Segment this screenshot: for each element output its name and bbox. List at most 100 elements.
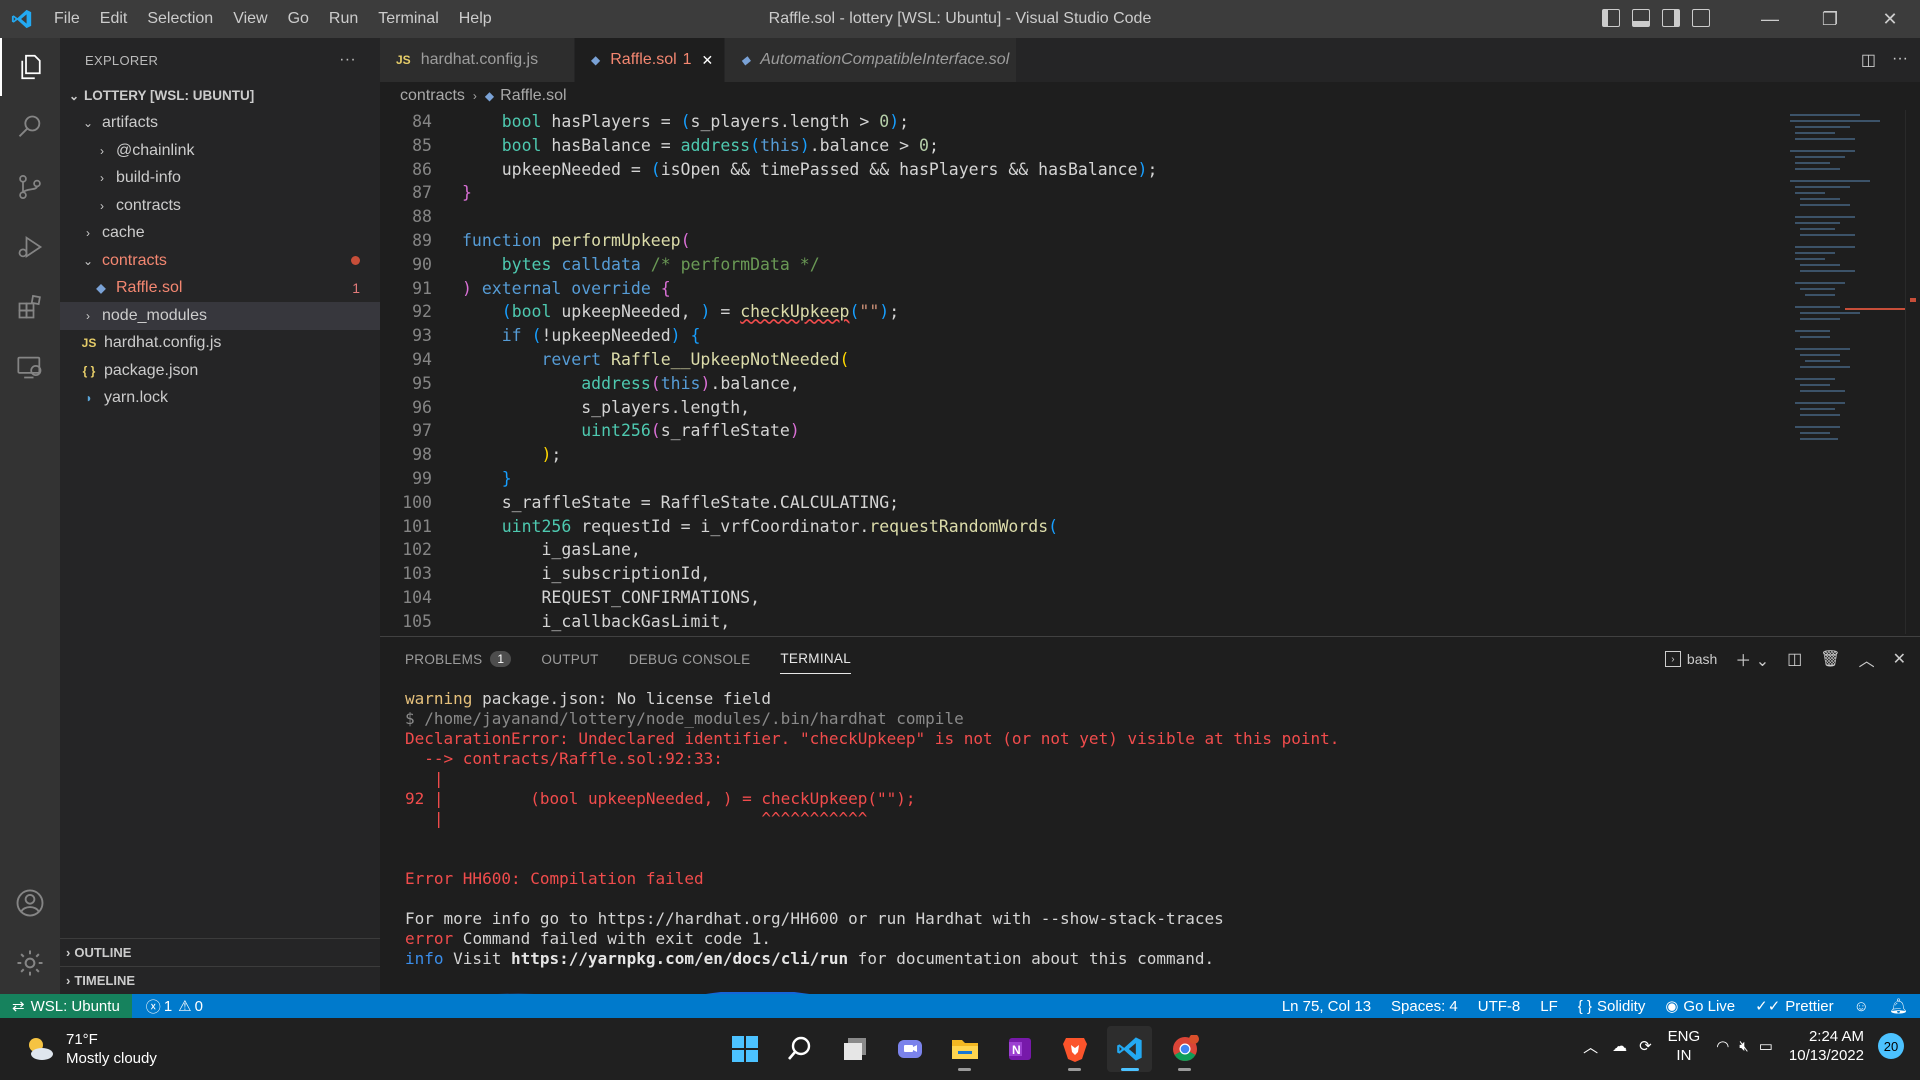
- tree-folder-artifacts[interactable]: ⌄ artifacts: [60, 110, 380, 138]
- task-view-button[interactable]: [832, 1026, 877, 1072]
- onenote-button[interactable]: N: [997, 1026, 1042, 1072]
- tree-file-package-json[interactable]: { } package.json: [60, 357, 380, 385]
- tab-output[interactable]: OUTPUT: [541, 637, 598, 681]
- onedrive-cloud-icon[interactable]: ☁: [1612, 1037, 1627, 1055]
- error-icon: ⓧ: [145, 998, 161, 1016]
- tree-folder-artifacts-contracts[interactable]: › contracts: [60, 192, 380, 220]
- tab-automation-interface[interactable]: ◆ AutomationCompatibleInterface.sol: [725, 38, 1017, 82]
- menu-view[interactable]: View: [223, 0, 277, 38]
- tab-debug-console[interactable]: DEBUG CONSOLE: [629, 637, 751, 681]
- breadcrumb-file[interactable]: Raffle.sol: [500, 87, 566, 105]
- close-window-button[interactable]: ✕: [1860, 0, 1920, 38]
- menu-run[interactable]: Run: [319, 0, 368, 38]
- tree-folder-node-modules[interactable]: › node_modules: [60, 302, 380, 330]
- feedback-icon[interactable]: ☺: [1854, 997, 1869, 1015]
- menu-selection[interactable]: Selection: [137, 0, 223, 38]
- language-mode[interactable]: { } Solidity: [1578, 997, 1646, 1015]
- svg-text:N: N: [1012, 1043, 1021, 1057]
- minimap[interactable]: [1785, 110, 1905, 634]
- extensions-icon[interactable]: [0, 278, 60, 336]
- show-hidden-icons-chevron-icon[interactable]: ︿: [1583, 1036, 1598, 1057]
- teams-chat-button[interactable]: [887, 1026, 932, 1072]
- source-control-icon[interactable]: [0, 158, 60, 216]
- wifi-icon[interactable]: ◠: [1716, 1037, 1729, 1055]
- indentation-status[interactable]: Spaces: 4: [1391, 997, 1458, 1015]
- javascript-file-icon: JS: [396, 53, 411, 67]
- kill-terminal-trash-icon[interactable]: 🗑: [1820, 649, 1840, 669]
- toggle-panel-icon[interactable]: [1632, 9, 1650, 27]
- weather-widget[interactable]: 71°F Mostly cloudy: [24, 1030, 157, 1068]
- go-live-button[interactable]: ◉ Go Live: [1665, 997, 1735, 1016]
- cursor-position[interactable]: Ln 75, Col 13: [1282, 997, 1371, 1015]
- tab-terminal[interactable]: TERMINAL: [780, 644, 852, 674]
- timeline-section[interactable]: › TIMELINE: [60, 966, 380, 994]
- input-language[interactable]: ENG IN: [1668, 1027, 1701, 1065]
- problems-status[interactable]: ⓧ 1 ⚠ 0: [146, 996, 203, 1017]
- battery-icon[interactable]: ▭: [1759, 1037, 1773, 1055]
- restore-button[interactable]: ❐: [1800, 0, 1860, 38]
- editor-scrollbar[interactable]: [1905, 110, 1920, 634]
- tree-folder-cache[interactable]: › cache: [60, 220, 380, 248]
- remote-indicator[interactable]: ⇄ WSL: Ubuntu: [0, 994, 132, 1018]
- manage-gear-icon[interactable]: [0, 934, 60, 992]
- menu-help[interactable]: Help: [449, 0, 502, 38]
- more-actions-icon[interactable]: ···: [1892, 50, 1908, 70]
- editor-tabs: JS hardhat.config.js ◆ Raffle.sol 1 ✕ ◆ …: [380, 38, 1920, 82]
- notification-center-badge[interactable]: 20: [1878, 1033, 1904, 1059]
- tree-file-yarn-lock[interactable]: ◗ yarn.lock: [60, 385, 380, 413]
- tree-file-raffle-sol[interactable]: ◆ Raffle.sol 1: [60, 275, 380, 303]
- notifications-bell-icon[interactable]: 🔔︎: [1889, 997, 1908, 1015]
- toggle-primary-sidebar-icon[interactable]: [1602, 9, 1620, 27]
- explorer-more-actions-button[interactable]: ···: [339, 51, 356, 69]
- vscode-taskbar-button[interactable]: [1107, 1026, 1152, 1072]
- outline-section[interactable]: › OUTLINE: [60, 938, 380, 966]
- terminal-line: info Visit https://yarnpkg.com/en/docs/c…: [405, 949, 1215, 968]
- breadcrumb-folder[interactable]: contracts: [400, 87, 465, 105]
- tree-folder-build-info[interactable]: › build-info: [60, 165, 380, 193]
- workspace-root[interactable]: ⌄ LOTTERY [WSL: UBUNTU]: [60, 82, 380, 110]
- tab-hardhat-config[interactable]: JS hardhat.config.js: [380, 38, 575, 82]
- search-icon[interactable]: [0, 98, 60, 156]
- clock[interactable]: 2:24 AM 10/13/2022: [1789, 1027, 1864, 1065]
- volume-muted-icon[interactable]: 🔇︎: [1739, 1038, 1748, 1055]
- menu-terminal[interactable]: Terminal: [368, 0, 448, 38]
- close-tab-icon[interactable]: ✕: [702, 52, 714, 69]
- new-terminal-icon[interactable]: ＋ ⌄: [1735, 647, 1769, 671]
- terminal-line: error Command failed with exit code 1.: [405, 929, 772, 948]
- explorer-icon[interactable]: [0, 38, 60, 96]
- taskbar-search-button[interactable]: [777, 1026, 822, 1072]
- toggle-secondary-sidebar-icon[interactable]: [1662, 9, 1680, 27]
- close-panel-icon[interactable]: ✕: [1893, 649, 1906, 669]
- run-debug-icon[interactable]: [0, 218, 60, 276]
- sync-icon[interactable]: ⟳: [1639, 1037, 1652, 1055]
- terminal-shell-selector[interactable]: › bash: [1664, 651, 1717, 667]
- start-button[interactable]: [722, 1026, 767, 1072]
- split-terminal-icon[interactable]: ◫: [1787, 649, 1802, 669]
- running-indicator: [1121, 1068, 1139, 1071]
- tree-folder-chainlink[interactable]: › @chainlink: [60, 137, 380, 165]
- onenote-icon: N: [1008, 1038, 1031, 1060]
- running-indicator: [1178, 1068, 1191, 1071]
- remote-explorer-icon[interactable]: [0, 338, 60, 396]
- menu-edit[interactable]: Edit: [90, 0, 138, 38]
- maximize-panel-icon[interactable]: ︿: [1859, 647, 1875, 671]
- customize-layout-icon[interactable]: [1692, 9, 1710, 27]
- accounts-icon[interactable]: [0, 874, 60, 932]
- chrome-button[interactable]: [1162, 1026, 1207, 1072]
- prettier-status[interactable]: ✓✓ Prettier: [1755, 997, 1834, 1016]
- activity-bar: [0, 38, 60, 1006]
- eol-status[interactable]: LF: [1540, 997, 1558, 1015]
- menu-file[interactable]: File: [44, 0, 90, 38]
- file-explorer-button[interactable]: [942, 1026, 987, 1072]
- tree-file-hardhat-config[interactable]: JS hardhat.config.js: [60, 330, 380, 358]
- encoding-status[interactable]: UTF-8: [1478, 997, 1521, 1015]
- tab-raffle-sol[interactable]: ◆ Raffle.sol 1 ✕: [575, 38, 725, 82]
- menu-go[interactable]: Go: [278, 0, 319, 38]
- tab-problems[interactable]: PROBLEMS 1: [405, 637, 512, 681]
- code-editor[interactable]: 84 bool hasPlayers = (s_players.length >…: [380, 110, 1780, 634]
- split-editor-icon[interactable]: ◫: [1861, 50, 1876, 70]
- tree-folder-contracts[interactable]: ⌄ contracts: [60, 247, 380, 275]
- solidity-file-icon: ◆: [96, 281, 106, 296]
- minimize-button[interactable]: —: [1740, 0, 1800, 38]
- brave-browser-button[interactable]: [1052, 1026, 1097, 1072]
